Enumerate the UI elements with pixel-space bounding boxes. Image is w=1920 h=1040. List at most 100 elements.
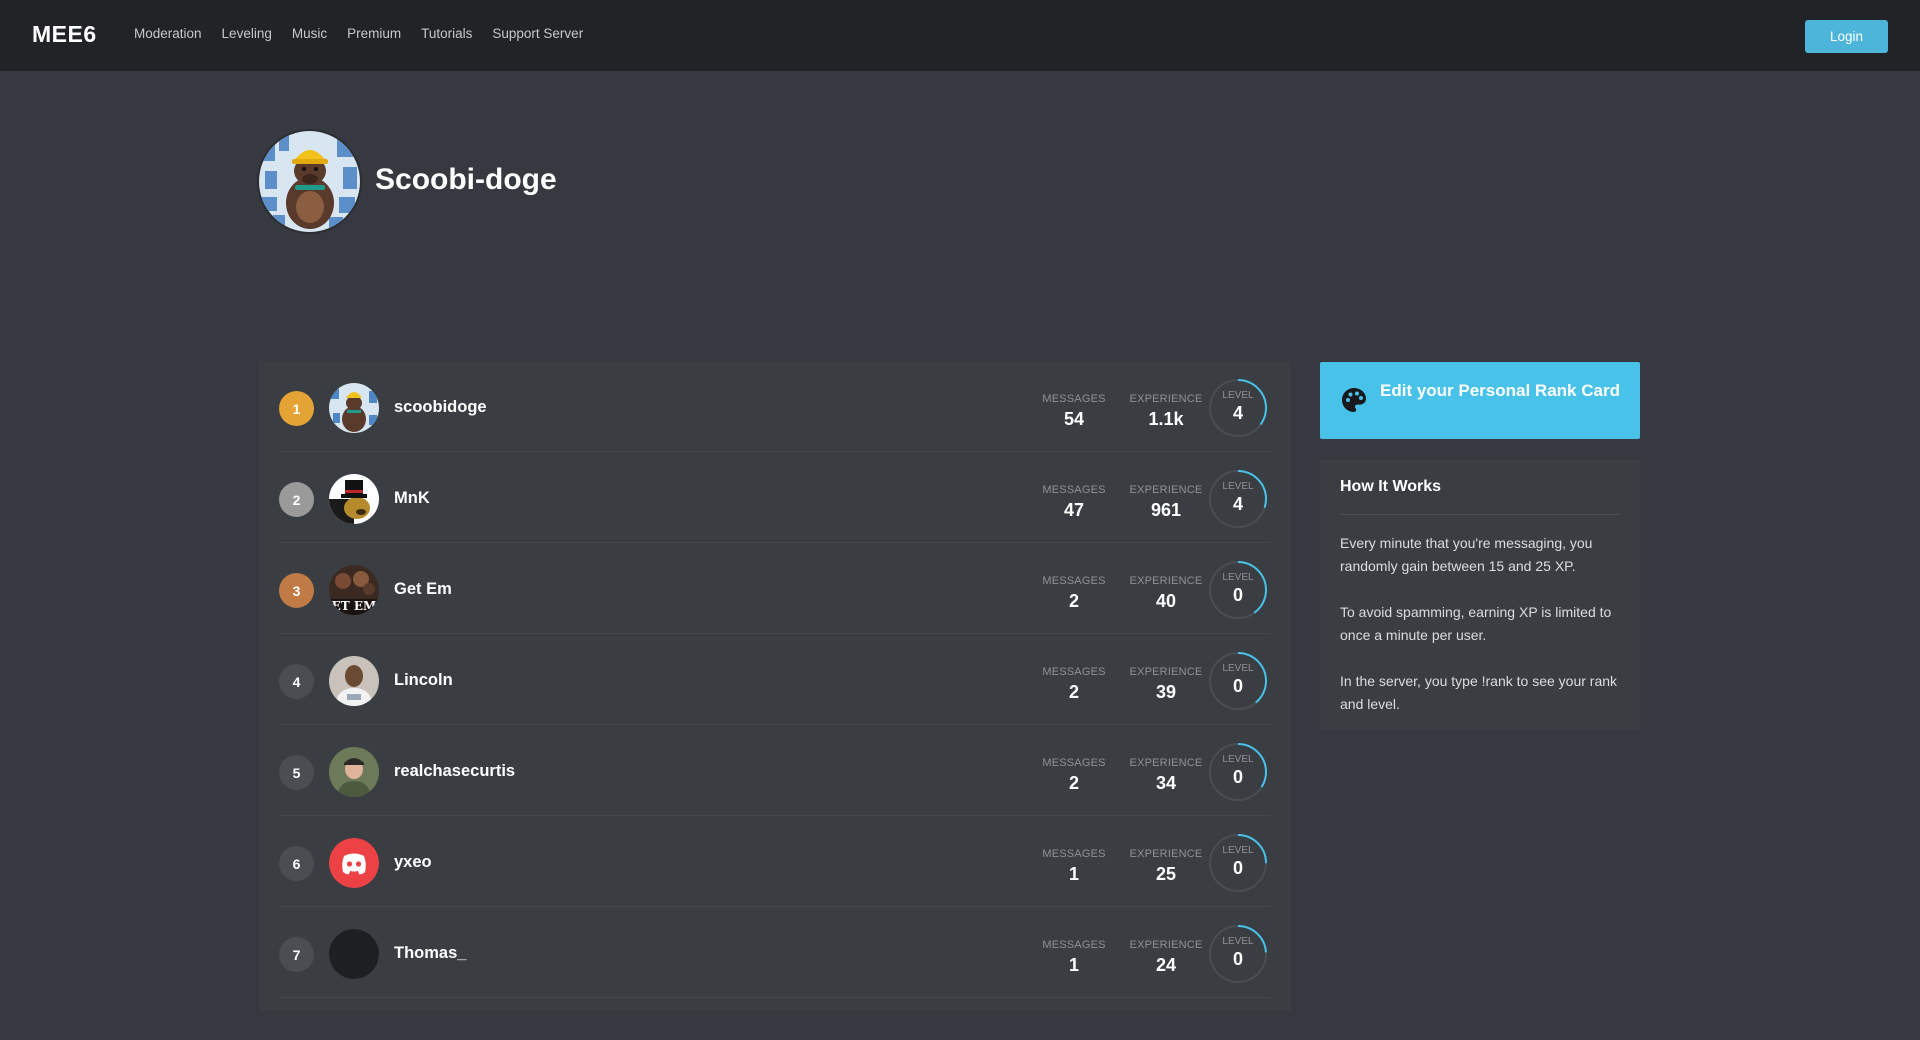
level-text: LEVEL 0 <box>1208 936 1268 970</box>
nav-link-leveling[interactable]: Leveling <box>222 26 272 41</box>
divider <box>1340 514 1620 515</box>
messages-label: MESSAGES <box>1042 484 1106 496</box>
top-navbar: MEE6 Moderation Leveling Music Premium T… <box>0 0 1920 71</box>
leaderboard: 1 scoobidoge MESSAGES 54 EXPERIENCE 1.1k… <box>259 361 1291 1011</box>
level-text: LEVEL 0 <box>1208 845 1268 879</box>
level-ring: LEVEL 0 <box>1208 833 1268 893</box>
messages-stat: MESSAGES 2 <box>1034 666 1114 703</box>
experience-stat: EXPERIENCE 24 <box>1126 939 1206 976</box>
messages-value: 47 <box>1063 500 1085 520</box>
nav-link-premium[interactable]: Premium <box>347 26 401 41</box>
leaderboard-row[interactable]: 4 Lincoln MESSAGES 2 EXPERIENCE 39 LEVEL… <box>279 634 1271 725</box>
level-ring: LEVEL 0 <box>1208 924 1268 984</box>
level-text: LEVEL 4 <box>1208 390 1268 424</box>
rank-badge: 3 <box>279 573 314 608</box>
how-it-works-card: How It Works Every minute that you're me… <box>1320 460 1640 730</box>
experience-value: 24 <box>1155 955 1177 975</box>
messages-stat: MESSAGES 1 <box>1034 848 1114 885</box>
experience-value: 961 <box>1150 500 1182 520</box>
experience-stat: EXPERIENCE 34 <box>1126 757 1206 794</box>
discord-icon <box>329 838 379 888</box>
level-text: LEVEL 0 <box>1208 572 1268 606</box>
messages-label: MESSAGES <box>1042 575 1106 587</box>
experience-label: EXPERIENCE <box>1129 575 1203 587</box>
username: Thomas_ <box>394 944 467 962</box>
experience-value: 39 <box>1155 682 1177 702</box>
experience-label: EXPERIENCE <box>1129 939 1203 951</box>
nav-link-support-server[interactable]: Support Server <box>492 26 583 41</box>
messages-value: 2 <box>1068 591 1079 611</box>
login-button[interactable]: Login <box>1805 20 1888 53</box>
brand-logo[interactable]: MEE6 <box>32 21 97 48</box>
person-icon <box>329 656 379 706</box>
messages-label: MESSAGES <box>1042 848 1106 860</box>
nav-links: Moderation Leveling Music Premium Tutori… <box>134 26 583 41</box>
leaderboard-row[interactable]: 2 MnK MESSAGES 47 EXPERIENCE 961 LEVEL 4 <box>279 452 1271 543</box>
nav-link-music[interactable]: Music <box>292 26 327 41</box>
messages-label: MESSAGES <box>1042 666 1106 678</box>
experience-label: EXPERIENCE <box>1129 848 1203 860</box>
doge-icon <box>329 383 379 433</box>
leaderboard-row[interactable]: 5 realchasecurtis MESSAGES 2 EXPERIENCE … <box>279 725 1271 816</box>
messages-stat: MESSAGES 1 <box>1034 939 1114 976</box>
nav-link-moderation[interactable]: Moderation <box>134 26 202 41</box>
level-ring: LEVEL 4 <box>1208 469 1268 529</box>
nav-link-tutorials[interactable]: Tutorials <box>421 26 472 41</box>
rank-badge: 1 <box>279 391 314 426</box>
tophat-bear-icon <box>329 474 379 524</box>
level-label: LEVEL <box>1222 572 1254 583</box>
level-value: 4 <box>1232 494 1243 514</box>
messages-value: 2 <box>1068 773 1079 793</box>
server-name: Scoobi-doge <box>375 163 557 196</box>
username: realchasecurtis <box>394 762 516 780</box>
experience-label: EXPERIENCE <box>1129 666 1203 678</box>
level-ring: LEVEL 0 <box>1208 742 1268 802</box>
level-ring: LEVEL 0 <box>1208 560 1268 620</box>
messages-stat: MESSAGES 54 <box>1034 393 1114 430</box>
level-label: LEVEL <box>1222 390 1254 401</box>
leaderboard-row[interactable]: 7 Thomas_ MESSAGES 1 EXPERIENCE 24 LEVEL… <box>279 907 1271 998</box>
messages-value: 1 <box>1068 955 1079 975</box>
level-label: LEVEL <box>1222 936 1254 947</box>
messages-label: MESSAGES <box>1042 393 1106 405</box>
edit-rank-card-button[interactable]: Edit your Personal Rank Card <box>1320 362 1640 439</box>
blank-avatar-icon <box>329 929 379 979</box>
how-it-works-title: How It Works <box>1340 478 1442 495</box>
leaderboard-row[interactable]: 6 yxeo MESSAGES 1 EXPERIENCE 25 LEVEL 0 <box>279 816 1271 907</box>
messages-stat: MESSAGES 2 <box>1034 575 1114 612</box>
experience-label: EXPERIENCE <box>1129 757 1203 769</box>
level-ring: LEVEL 0 <box>1208 651 1268 711</box>
username: MnK <box>394 489 430 507</box>
experience-value: 40 <box>1155 591 1177 611</box>
messages-value: 1 <box>1068 864 1079 884</box>
messages-value: 54 <box>1063 409 1085 429</box>
rank-badge: 7 <box>279 937 314 972</box>
level-value: 0 <box>1232 676 1243 696</box>
level-label: LEVEL <box>1222 481 1254 492</box>
get-em-icon: ET EM <box>329 565 379 615</box>
rank-badge: 4 <box>279 664 314 699</box>
experience-stat: EXPERIENCE 40 <box>1126 575 1206 612</box>
server-avatar <box>259 131 360 232</box>
username: yxeo <box>394 853 432 871</box>
experience-label: EXPERIENCE <box>1129 484 1203 496</box>
leaderboard-row[interactable]: 1 scoobidoge MESSAGES 54 EXPERIENCE 1.1k… <box>279 361 1271 452</box>
experience-stat: EXPERIENCE 39 <box>1126 666 1206 703</box>
level-text: LEVEL 4 <box>1208 481 1268 515</box>
experience-stat: EXPERIENCE 25 <box>1126 848 1206 885</box>
experience-stat: EXPERIENCE 1.1k <box>1126 393 1206 430</box>
edit-rank-card-title: Edit your Personal Rank Card <box>1380 381 1620 400</box>
level-value: 0 <box>1232 858 1243 878</box>
level-value: 0 <box>1232 949 1243 969</box>
rank-badge: 5 <box>279 755 314 790</box>
level-label: LEVEL <box>1222 754 1254 765</box>
level-ring: LEVEL 4 <box>1208 378 1268 438</box>
experience-value: 34 <box>1155 773 1177 793</box>
leaderboard-row[interactable]: 3 ET EM Get Em MESSAGES 2 EXPERIENCE 40 … <box>279 543 1271 634</box>
rank-badge: 6 <box>279 846 314 881</box>
messages-value: 2 <box>1068 682 1079 702</box>
level-value: 4 <box>1232 403 1243 423</box>
level-label: LEVEL <box>1222 663 1254 674</box>
experience-value: 25 <box>1155 864 1177 884</box>
how-it-works-paragraph: In the server, you type !rank to see you… <box>1340 673 1618 712</box>
